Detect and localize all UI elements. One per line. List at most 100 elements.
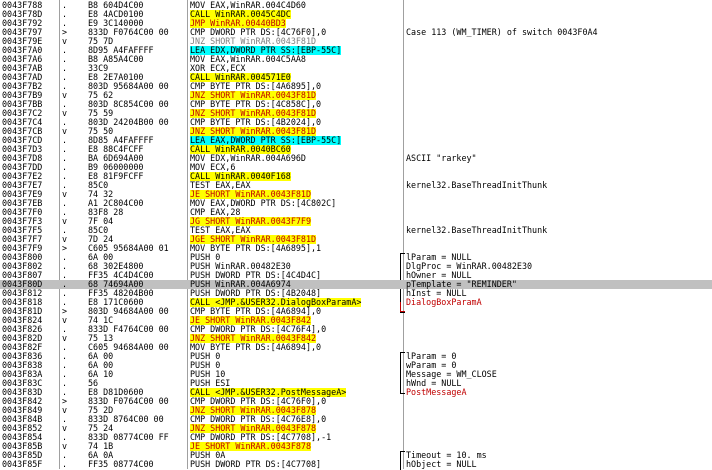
table-row[interactable]: 0043F78D. E8 4ACD0100 CALL WinRAR.0045C4DC [0, 10, 712, 19]
address: 0043F7F9 [2, 244, 43, 253]
comment-cell [406, 136, 712, 145]
table-row[interactable]: 0043F7D8. BA 6D694A00 MOV EDX,WinRAR.004A6… [0, 154, 712, 163]
table-row[interactable]: 0043F7AB. 33C9 XOR ECX,ECX [0, 64, 712, 73]
table-row[interactable]: 0043F792. E9 3C140000 JMP WinRAR.00440BD3 [0, 19, 712, 28]
table-row[interactable]: 0043F85F. FF35 08774C00 PUSH DWORD PTR DS:… [0, 460, 712, 469]
hex-bytes-cell: E8 81F9FCFF [88, 172, 188, 181]
disassembly-cell: JNZ SHORT WinRAR.0043F878 [190, 424, 402, 433]
flow-mark-cell: . [62, 181, 80, 190]
table-row[interactable]: 0043F7E7. 85C0 TEST EAX,EAX kernel32.BaseTh… [0, 181, 712, 190]
address: 0043F854 [2, 433, 43, 442]
comment-cell [406, 118, 712, 127]
table-row[interactable]: 0043F818. E8 171C0600 CALL <JMP.&USER32.Di… [0, 298, 712, 307]
address: 0043F85B [2, 442, 43, 451]
flow-mark-cell: v [62, 334, 80, 343]
address-cell: 0043F788 [0, 1, 60, 10]
disassembly-listing[interactable]: 0043F788. B8 604D4C00 MOV EAX,WinRAR.004C4… [0, 0, 712, 470]
table-row[interactable]: 0043F85D. 6A 0A PUSH 0A Timeout = 10. ms [0, 451, 712, 460]
table-row[interactable]: 0043F83C. 56 PUSH ESI hWnd = NULL [0, 379, 712, 388]
flow-mark-cell: . [62, 451, 80, 460]
table-row[interactable]: 0043F854. 833D 08774C00 FF CMP DWORD PTR D… [0, 433, 712, 442]
table-row[interactable]: 0043F7E9 v 74 32 JE SHORT WinRAR.0043F81D [0, 190, 712, 199]
table-row[interactable]: 0043F838. 6A 00 PUSH 0 wParam = 0 [0, 361, 712, 370]
table-row[interactable]: 0043F807. FF35 4C4D4C00 PUSH DWORD PTR DS:… [0, 271, 712, 280]
table-row[interactable]: 0043F842 >833D F0764C00 00 CMP DWORD PTR D… [0, 397, 712, 406]
flow-mark: . [62, 19, 68, 28]
table-row[interactable]: 0043F84B. 833D 8764C00 00 CMP DWORD PTR DS… [0, 415, 712, 424]
table-row[interactable]: 0043F7C2 v 75 59 JNZ SHORT WinRAR.0043F81D [0, 109, 712, 118]
table-row[interactable]: 0043F7F0. 83F8 28 CMP EAX,28 [0, 208, 712, 217]
table-row[interactable]: 0043F82F. C605 94684A00 00 MOV BYTE PTR DS… [0, 343, 712, 352]
disassembly: JE SHORT WinRAR.0043F878 [190, 442, 312, 451]
address: 0043F7C2 [2, 109, 43, 118]
disassembly: CMP EAX,28 [190, 208, 241, 217]
table-row[interactable]: 0043F83D. E8 D81D0600 CALL <JMP.&USER32.Po… [0, 388, 712, 397]
flow-mark-cell: v [62, 406, 80, 415]
comment-cell [406, 190, 712, 199]
table-row[interactable]: 0043F812. FF35 48204B00 PUSH DWORD PTR DS:… [0, 289, 712, 298]
table-row[interactable]: 0043F7A6. B8 A85A4C00 MOV EAX,WinRAR.004C5… [0, 55, 712, 64]
address: 0043F82F [2, 343, 43, 352]
disassembly-cell: CALL <JMP.&USER32.DialogBoxParamA> [190, 298, 402, 307]
table-row[interactable]: 0043F788. B8 604D4C00 MOV EAX,WinRAR.004C4… [0, 1, 712, 10]
address-cell: 0043F824 [0, 316, 60, 325]
table-row[interactable]: 0043F849 v 75 2D JNZ SHORT WinRAR.0043F878 [0, 406, 712, 415]
disassembly-cell: CALL WinRAR.0040F168 [190, 172, 402, 181]
table-row[interactable]: 0043F7BB. 803D 8C854C00 00 CMP BYTE PTR DS… [0, 100, 712, 109]
table-row[interactable]: 0043F7C4. 803D 24204B00 00 CMP BYTE PTR DS… [0, 118, 712, 127]
disassembly-cell: MOV EAX,WinRAR.004C4D60 [190, 1, 402, 10]
address: 0043F838 [2, 361, 43, 370]
flow-mark-cell: . [62, 289, 80, 298]
table-row[interactable]: 0043F7D3. E8 88C4FCFF CALL WinRAR.0040BC60 [0, 145, 712, 154]
disassembly: JNZ SHORT WinRAR.0043F878 [190, 406, 317, 415]
table-row[interactable]: 0043F802. 68 302E4800 PUSH WinRAR.00482E30… [0, 262, 712, 271]
flow-mark-cell: . [62, 460, 80, 469]
disassembly: CMP BYTE PTR DS:[4C858C],0 [190, 100, 322, 109]
table-row[interactable]: 0043F7B9 v 75 62 JNZ SHORT WinRAR.0043F81D [0, 91, 712, 100]
table-row[interactable]: 0043F7AD. E8 2E7A0100 CALL WinRAR.004571E0 [0, 73, 712, 82]
flow-mark-cell: . [62, 73, 80, 82]
table-row[interactable]: 0043F800. 6A 00 PUSH 0 lParam = NULL [0, 253, 712, 262]
table-row[interactable]: 0043F852 v 75 24 JNZ SHORT WinRAR.0043F878 [0, 424, 712, 433]
address: 0043F78D [2, 10, 43, 19]
disassembly-cell: PUSH WinRAR.004A6974 [190, 280, 402, 289]
address: 0043F7E9 [2, 190, 43, 199]
flow-mark: . [62, 343, 68, 352]
disassembly-cell: CALL WinRAR.004571E0 [190, 73, 402, 82]
flow-mark: v [62, 109, 68, 118]
table-row[interactable]: 0043F7EB. A1 2C804C00 MOV EAX,DWORD PTR DS… [0, 199, 712, 208]
table-row[interactable]: 0043F7E2. E8 81F9FCFF CALL WinRAR.0040F168 [0, 172, 712, 181]
table-row[interactable]: 0043F83A. 6A 10 PUSH 10 Message = WM_CLOSE [0, 370, 712, 379]
flow-mark: v [62, 406, 68, 415]
table-row[interactable]: 0043F836. 6A 00 PUSH 0 lParam = 0 [0, 352, 712, 361]
comment-cell [406, 145, 712, 154]
flow-mark: . [62, 172, 68, 181]
table-row[interactable]: 0043F7DD. B9 06000000 MOV ECX,6 [0, 163, 712, 172]
table-row[interactable]: 0043F81D >803D 94684A00 00 CMP BYTE PTR DS… [0, 307, 712, 316]
table-row[interactable]: 0043F7F7 v 7D 24 JGE SHORT WinRAR.0043F81D [0, 235, 712, 244]
table-row[interactable]: 0043F7F9 > C605 95684A00 01 MOV BYTE PTR DS… [0, 244, 712, 253]
table-row[interactable]: 0043F7F3 v 7F 04 JG SHORT WinRAR.0043F7F9 [0, 217, 712, 226]
comment-cell [406, 433, 712, 442]
table-row[interactable]: 0043F82D v 75 13 JNZ SHORT WinRAR.0043F842 [0, 334, 712, 343]
table-row[interactable]: 0043F824 v 74 1C JE SHORT WinRAR.0043F842 [0, 316, 712, 325]
table-row[interactable]: 0043F7CD. 8D85 A4FAFFFF LEA EAX,DWORD PTR … [0, 136, 712, 145]
hex-bytes: 803D 94684A00 00 [88, 307, 169, 316]
disassembly: PUSH 0 [190, 352, 221, 361]
table-row[interactable]: 0043F79E v 75 7D JNZ SHORT WinRAR.0043F81D [0, 37, 712, 46]
comment-cell: wParam = 0 [406, 361, 712, 370]
table-row[interactable]: 0043F7F5. 85C0 TEST EAX,EAX kernel32.BaseTh… [0, 226, 712, 235]
table-row[interactable]: 0043F7A0. 8D95 A4FAFFFF LEA EDX,DWORD PTR … [0, 46, 712, 55]
table-row[interactable]: 0043F797 >833D F0764C00 00 CMP DWORD PTR D… [0, 28, 712, 37]
hex-bytes: 74 32 [88, 190, 114, 199]
flow-mark-cell: . [62, 1, 80, 10]
hex-bytes: 8D85 A4FAFFFF [88, 136, 154, 145]
table-row[interactable]: 0043F826. 833D F4764C00 00 CMP DWORD PTR D… [0, 325, 712, 334]
hex-bytes: 85C0 [88, 181, 109, 190]
table-row[interactable]: 0043F7B2. 803D 95684A00 00 CMP BYTE PTR DS… [0, 82, 712, 91]
table-row[interactable]: 0043F80D. 68 74694A00 PUSH WinRAR.004A6974… [0, 280, 712, 289]
table-row[interactable]: 0043F7CB v 75 50 JNZ SHORT WinRAR.0043F81D [0, 127, 712, 136]
flow-mark-cell: . [62, 325, 80, 334]
hex-bytes: 7D 24 [88, 235, 114, 244]
table-row[interactable]: 0043F85B v 74 1B JE SHORT WinRAR.0043F878 [0, 442, 712, 451]
